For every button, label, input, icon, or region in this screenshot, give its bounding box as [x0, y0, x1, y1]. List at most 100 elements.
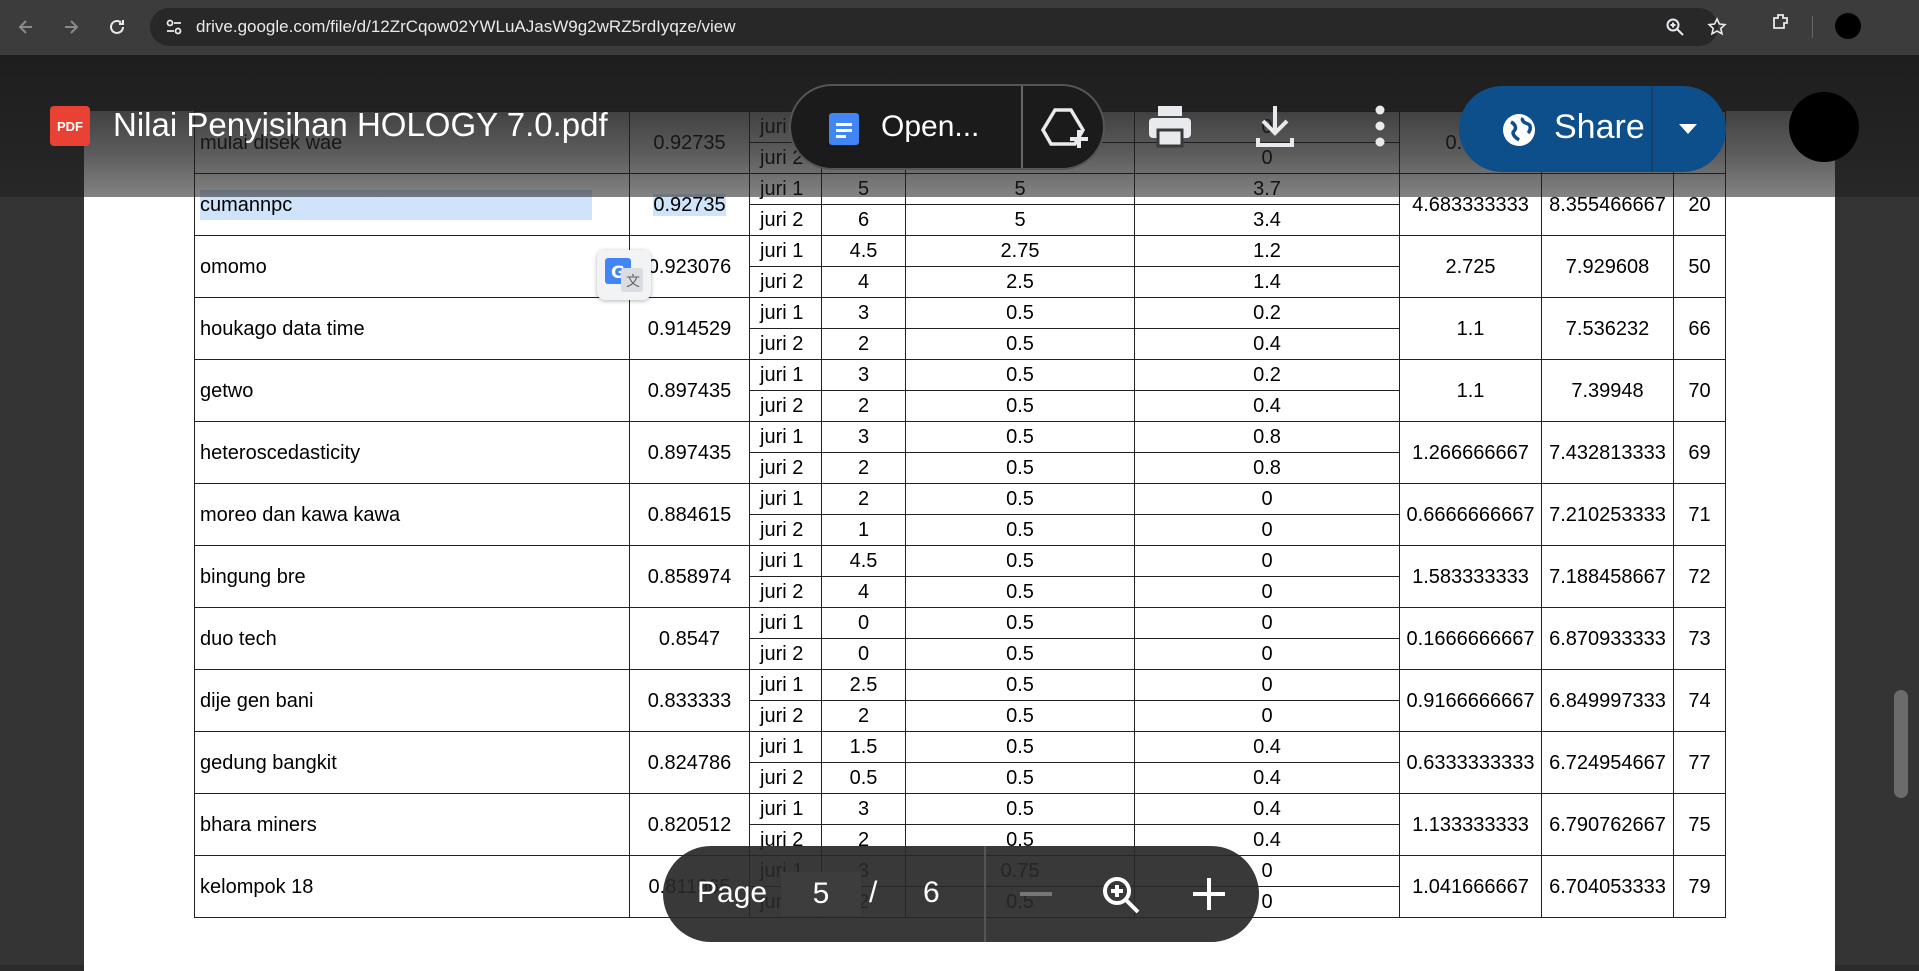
rank-cell: 73	[1673, 607, 1726, 670]
total-cell: 7.39948	[1541, 359, 1674, 422]
total-cell: 6.870933333	[1541, 607, 1674, 670]
open-divider	[1021, 86, 1023, 168]
team-name-cell: duo tech	[194, 607, 630, 670]
rank-cell: 72	[1673, 545, 1726, 608]
open-with-button[interactable]: Open...	[789, 84, 1105, 170]
score-cell: 0.884615	[629, 483, 750, 546]
team-name-cell: bhara miners	[194, 793, 630, 856]
more-options-icon[interactable]	[1372, 104, 1388, 153]
criterion-b-cell: 0.5	[905, 297, 1135, 329]
address-bar[interactable]: drive.google.com/file/d/12ZrCqow02YWLuAJ…	[150, 8, 1727, 46]
rank-cell: 69	[1673, 421, 1726, 484]
page-number-input[interactable]	[781, 872, 861, 916]
criterion-b-cell: 0.5	[905, 421, 1135, 453]
judge-label-cell: juri 2	[749, 576, 822, 608]
criterion-c-cell: 0	[1134, 483, 1400, 515]
criterion-c-cell: 0	[1134, 576, 1400, 608]
forward-icon[interactable]	[55, 11, 87, 43]
site-info-icon[interactable]	[164, 17, 184, 42]
average-cell: 1.133333333	[1399, 793, 1542, 856]
criterion-b-cell: 0.5	[905, 390, 1135, 422]
judge-label-cell: juri 2	[749, 638, 822, 670]
table-row: duo tech 0.8547 juri 1 0 0.5 0 0.1666666667 6.8…	[194, 607, 1726, 670]
criterion-b-cell: 0.5	[905, 576, 1135, 608]
judge-label-cell: juri 2	[749, 700, 822, 732]
judge-label-cell: juri 2	[749, 266, 822, 298]
vertical-scrollbar[interactable]	[1894, 690, 1908, 798]
score-cell: 0.897435	[629, 421, 750, 484]
criterion-c-cell: 0	[1134, 514, 1400, 546]
team-name-cell: moreo dan kawa kawa	[194, 483, 630, 546]
file-title: Nilai Penyisihan HOLOGY 7.0.pdf	[113, 106, 608, 143]
criterion-c-cell: 1.2	[1134, 235, 1400, 267]
add-to-drive-icon[interactable]	[1040, 104, 1093, 157]
criterion-a-cell: 2	[821, 483, 906, 515]
team-name-cell: gedung bangkit	[194, 731, 630, 794]
criterion-b-cell: 0.5	[905, 452, 1135, 484]
page-navigation: Page / 6	[663, 846, 1259, 942]
criterion-b-cell: 0.5	[905, 514, 1135, 546]
judge-label-cell: juri 1	[749, 731, 822, 763]
google-translate-icon[interactable]: G文	[597, 250, 651, 300]
zoom-in-icon[interactable]	[1191, 876, 1227, 917]
total-cell: 6.724954667	[1541, 731, 1674, 794]
back-icon[interactable]	[10, 11, 42, 43]
share-button[interactable]: Share	[1459, 86, 1726, 172]
extensions-icon[interactable]	[1770, 11, 1792, 38]
average-cell: 2.725	[1399, 235, 1542, 298]
criterion-b-cell: 0.5	[905, 328, 1135, 360]
rank-cell: 74	[1673, 669, 1726, 732]
team-name-cell: dije gen bani	[194, 669, 630, 732]
rank-cell: 71	[1673, 483, 1726, 546]
criterion-a-cell: 4	[821, 576, 906, 608]
criterion-c-cell: 0	[1134, 669, 1400, 701]
team-name-cell: heteroscedasticity	[194, 421, 630, 484]
total-cell: 6.849997333	[1541, 669, 1674, 732]
rank-cell: 50	[1673, 235, 1726, 298]
criterion-a-cell: 2	[821, 452, 906, 484]
total-cell: 7.929608	[1541, 235, 1674, 298]
rank-cell: 66	[1673, 297, 1726, 360]
table-row: getwo 0.897435 juri 1 3 0.5 0.2 1.1 7.39948 70	[194, 359, 1726, 422]
zoom-icon[interactable]	[1665, 17, 1685, 42]
pdf-file-icon: PDF	[50, 106, 90, 146]
zoom-out-icon[interactable]	[1020, 892, 1052, 896]
rank-cell: 79	[1673, 855, 1726, 918]
judge-label-cell: juri 2	[749, 514, 822, 546]
judge-label-cell: juri 1	[749, 297, 822, 329]
criterion-b-cell: 0.5	[905, 700, 1135, 732]
reload-icon[interactable]	[101, 11, 133, 43]
profile-avatar[interactable]	[1835, 13, 1861, 39]
download-icon[interactable]	[1255, 104, 1295, 153]
criterion-c-cell: 0.8	[1134, 452, 1400, 484]
account-avatar[interactable]	[1789, 92, 1859, 162]
toolbar-divider	[1812, 16, 1813, 38]
score-cell: 0.8547	[629, 607, 750, 670]
zoom-fit-icon[interactable]	[1100, 874, 1142, 921]
criterion-c-cell: 0.4	[1134, 762, 1400, 794]
criterion-c-cell: 0.4	[1134, 328, 1400, 360]
bookmark-star-icon[interactable]	[1707, 17, 1727, 42]
average-cell: 1.041666667	[1399, 855, 1542, 918]
browser-toolbar: drive.google.com/file/d/12ZrCqow02YWLuAJ…	[0, 0, 1919, 55]
criterion-a-cell: 3	[821, 421, 906, 453]
page-separator: /	[869, 876, 878, 909]
criterion-a-cell: 0	[821, 607, 906, 639]
url-text[interactable]: drive.google.com/file/d/12ZrCqow02YWLuAJ…	[196, 17, 736, 37]
team-name-cell: getwo	[194, 359, 630, 422]
criterion-a-cell: 4.5	[821, 235, 906, 267]
judge-label-cell: juri 2	[749, 762, 822, 794]
judge-label-cell: juri 2	[749, 452, 822, 484]
score-cell: 0.914529	[629, 297, 750, 360]
criterion-a-cell: 2.5	[821, 669, 906, 701]
criterion-b-cell: 5	[905, 204, 1135, 236]
table-row: gedung bangkit 0.824786 juri 1 1.5 0.5 0.4 0.6…	[194, 731, 1726, 794]
judge-label-cell: juri 1	[749, 545, 822, 577]
score-cell: 0.824786	[629, 731, 750, 794]
print-icon[interactable]	[1146, 104, 1194, 153]
share-dropdown-caret-icon[interactable]	[1679, 124, 1697, 134]
criterion-b-cell: 0.5	[905, 483, 1135, 515]
judge-label-cell: juri 1	[749, 483, 822, 515]
criterion-a-cell: 4.5	[821, 545, 906, 577]
page-controls-divider	[984, 846, 986, 942]
